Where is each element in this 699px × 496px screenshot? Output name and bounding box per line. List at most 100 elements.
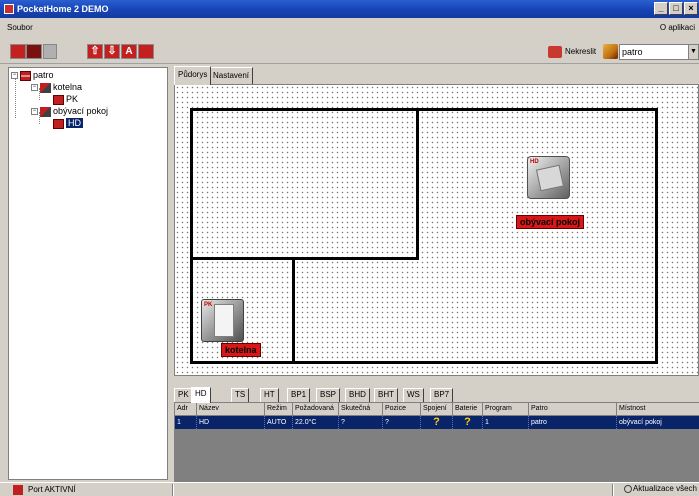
maximize-button[interactable]: □ [669,2,683,15]
wall [190,108,657,111]
column-header[interactable]: Název [197,403,265,415]
collapse-icon[interactable]: − [31,108,38,116]
column-header[interactable]: Adr [175,403,197,415]
tab-ht[interactable]: HT [260,388,279,402]
tab-bsp[interactable]: BSP [316,388,341,402]
tree-node-room[interactable]: − obývací pokoj [31,106,108,117]
floor-icon[interactable] [10,44,26,59]
tree-node-label: kotelna [53,82,83,92]
tree-panel: − patro − kotelna PK − obývací pokoj HD [8,67,168,480]
refresh-icon [623,484,632,493]
refresh-all-label: Aktualizace všech [632,484,697,493]
status-separator [172,484,173,496]
heater-device-icon[interactable]: PK [201,299,244,342]
floor-icon [20,70,31,81]
wall [190,361,658,364]
app-icon [4,4,14,14]
refresh-all-button[interactable]: Aktualizace všech [623,484,697,493]
table-cell: AUTO [265,416,293,429]
text-button[interactable]: A [121,44,137,59]
device-table: Adr Název Režim Požadovaná Skutečná Pozi… [174,402,699,482]
device-tag: PK [204,302,213,308]
floorplan-canvas[interactable]: HD obývací pokoj PK kotelna [174,84,699,376]
pencil-icon[interactable] [603,44,618,59]
column-header[interactable]: Požadovaná [293,403,339,415]
tab-ws[interactable]: WS [403,388,424,402]
tree-node-device[interactable]: PK [53,94,78,105]
tree-connector [15,78,16,118]
tab-pk[interactable]: PK [174,388,193,402]
collapse-icon[interactable]: − [31,84,38,92]
table-cell: obývací pokoj [617,416,699,429]
collapse-icon[interactable]: − [11,72,18,80]
column-header[interactable]: Program [483,403,529,415]
room-label-living[interactable]: obývací pokoj [516,215,585,229]
tree-node-device-selected[interactable]: HD [53,118,83,129]
device-body [535,164,565,192]
column-header[interactable]: Skutečná [339,403,383,415]
delete-icon[interactable] [138,44,154,59]
table-cell: HD [197,416,265,429]
floor-select[interactable]: patro ▼ [619,44,699,60]
room-icon [40,82,51,93]
room-label-boiler[interactable]: kotelna [221,343,261,357]
device-icon[interactable] [43,44,57,59]
wall [190,108,193,363]
status-separator [612,484,613,496]
room-icon[interactable] [26,44,42,59]
tab-settings[interactable]: Nastavení [209,67,254,84]
connection-status: ? [421,416,453,429]
port-status: Port AKTIVNÍ [28,485,76,494]
status-bar: Port AKTIVNÍ Aktualizace všech [0,482,699,496]
table-cell: 22.0°C [293,416,339,429]
tree-node-label: HD [66,118,83,128]
port-status-icon [13,485,23,495]
tab-bht[interactable]: BHT [374,388,398,402]
wall [416,108,419,260]
device-icon [53,118,64,129]
wall [292,257,295,363]
title-bar: PocketHome 2 DEMO _ □ × [0,0,699,18]
table-cell: ? [339,416,383,429]
table-row[interactable]: 1 HD AUTO 22.0°C ? ? ? ? 1 patro obývací… [175,416,699,429]
tree-node-room[interactable]: − kotelna [31,82,82,93]
tab-ts[interactable]: TS [231,388,250,402]
column-header[interactable]: Baterie [453,403,483,415]
tab-bp1[interactable]: BP1 [287,388,311,402]
chevron-down-icon[interactable]: ▼ [688,45,698,59]
column-header[interactable]: Spojení [421,403,453,415]
column-header[interactable]: Režim [265,403,293,415]
redraw-icon [548,45,562,58]
close-button[interactable]: × [684,2,698,15]
menu-file[interactable]: Soubor [7,23,33,32]
redraw-button[interactable]: Nekreslit [548,45,596,59]
table-cell: 1 [175,416,197,429]
column-header[interactable]: Pozice [383,403,421,415]
tab-floorplan[interactable]: Půdorys [174,66,212,85]
move-down-button[interactable]: ⇩ [104,44,120,59]
move-up-button[interactable]: ⇧ [87,44,103,59]
menu-bar: Soubor O aplikaci [0,18,699,38]
device-body [214,304,234,337]
room-icon [40,106,51,117]
window-title: PocketHome 2 DEMO [17,4,109,14]
table-cell: ? [383,416,421,429]
tree-node-label: PK [66,94,79,104]
wall [190,257,419,260]
tree-node-label: obývací pokoj [53,106,109,116]
table-header: Adr Název Režim Požadovaná Skutečná Pozi… [175,403,699,415]
table-cell: patro [529,416,617,429]
menu-about[interactable]: O aplikaci [660,23,695,32]
battery-status: ? [453,416,483,429]
device-tag: HD [530,159,539,165]
column-header[interactable]: Patro [529,403,617,415]
tree-node-floor[interactable]: − patro [11,70,54,81]
tab-bp7[interactable]: BP7 [430,388,454,402]
minimize-button[interactable]: _ [654,2,668,15]
wall [655,108,658,363]
table-cell: 1 [483,416,529,429]
tab-hd[interactable]: HD [191,387,211,403]
column-header[interactable]: Místnost [617,403,699,415]
tab-bhd[interactable]: BHD [345,388,370,402]
thermostat-device-icon[interactable]: HD [527,156,570,199]
